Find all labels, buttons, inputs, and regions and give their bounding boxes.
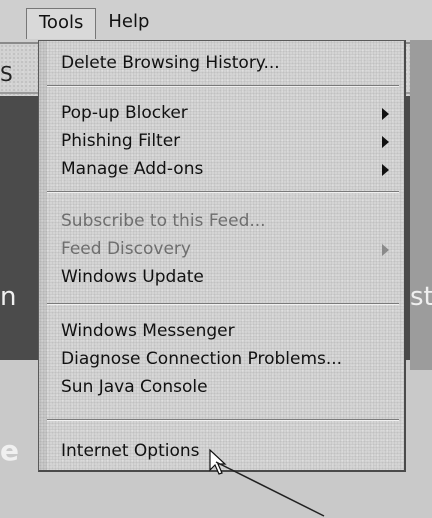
window-edge — [410, 40, 432, 370]
menu-tools[interactable]: Tools — [26, 7, 97, 39]
menu-separator — [47, 419, 399, 421]
menu-item-label: Internet Options — [61, 441, 200, 461]
menu-item-popup-blocker[interactable]: Pop-up Blocker — [39, 99, 403, 127]
menu-separator — [47, 303, 399, 305]
menu-item-phishing-filter[interactable]: Phishing Filter — [39, 127, 403, 155]
menu-item-label: Pop-up Blocker — [61, 103, 188, 123]
menu-item-label: Windows Update — [61, 267, 204, 287]
menu-item-windows-update[interactable]: Windows Update — [39, 263, 403, 291]
menu-item-label: Subscribe to this Feed... — [61, 211, 266, 231]
menu-separator — [47, 191, 399, 193]
menu-separator — [47, 85, 399, 87]
page-text-fragment-left: n — [0, 282, 17, 312]
menu-item-windows-messenger[interactable]: Windows Messenger — [39, 317, 403, 345]
menu-item-label: Phishing Filter — [61, 131, 181, 151]
tools-dropdown-menu: Delete Browsing History... Pop-up Blocke… — [38, 40, 406, 472]
menu-item-label: Sun Java Console — [61, 377, 208, 397]
chevron-right-icon — [382, 108, 389, 120]
chevron-right-icon — [382, 136, 389, 148]
menu-item-label: Manage Add-ons — [61, 159, 204, 179]
menu-item-sun-java-console[interactable]: Sun Java Console — [39, 373, 403, 401]
menu-item-diagnose-connection[interactable]: Diagnose Connection Problems... — [39, 345, 403, 373]
menu-item-label: Delete Browsing History... — [61, 53, 280, 73]
menu-help[interactable]: Help — [96, 8, 161, 38]
chevron-right-icon — [382, 164, 389, 176]
screen: S n st e Tools Help Delete Browsing Hist… — [0, 0, 432, 518]
menu-item-subscribe-feed[interactable]: Subscribe to this Feed... — [39, 207, 403, 235]
chevron-right-icon — [382, 244, 389, 256]
menu-bar: Tools Help — [26, 6, 161, 40]
menu-item-label: Windows Messenger — [61, 321, 235, 341]
menu-item-manage-addons[interactable]: Manage Add-ons — [39, 155, 403, 183]
address-bar-fragment: S — [0, 62, 13, 86]
page-text-fragment-right: st — [410, 282, 432, 312]
menu-item-delete-browsing-history[interactable]: Delete Browsing History... — [39, 49, 403, 77]
menu-item-feed-discovery[interactable]: Feed Discovery — [39, 235, 403, 263]
mouse-pointer-icon — [209, 448, 325, 517]
menu-item-label: Diagnose Connection Problems... — [61, 349, 343, 369]
menu-item-label: Feed Discovery — [61, 239, 191, 259]
page-text-fragment-bottom: e — [0, 434, 19, 467]
